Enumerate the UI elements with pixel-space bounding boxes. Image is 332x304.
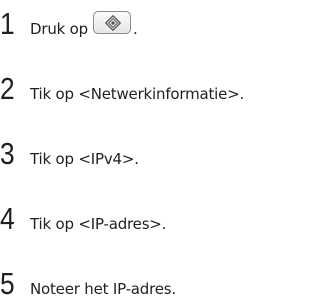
step-number: 4 [0, 201, 15, 236]
step-text-end: . [132, 20, 138, 38]
menu-home-icon [104, 15, 121, 31]
step-text: Druk op [30, 20, 88, 38]
step-number: 2 [0, 71, 15, 106]
step-text: Noteer het IP-adres. [30, 280, 176, 298]
step-4: 4 Tik op <IP-adres>. [0, 203, 166, 234]
step-text: Tik op <Netwerkinformatie>. [30, 85, 245, 103]
step-number: 1 [0, 6, 15, 41]
step-text: Tik op <IPv4>. [30, 150, 139, 168]
step-1: 1 Druk op . [0, 8, 138, 39]
step-text: Tik op <IP-adres>. [30, 215, 167, 233]
step-number: 3 [0, 136, 15, 171]
step-number: 5 [0, 266, 15, 301]
menu-button[interactable] [92, 11, 131, 34]
step-3: 3 Tik op <IPv4>. [0, 138, 139, 169]
step-2: 2 Tik op <Netwerkinformatie>. [0, 73, 244, 104]
step-5: 5 Noteer het IP-adres. [0, 268, 176, 299]
